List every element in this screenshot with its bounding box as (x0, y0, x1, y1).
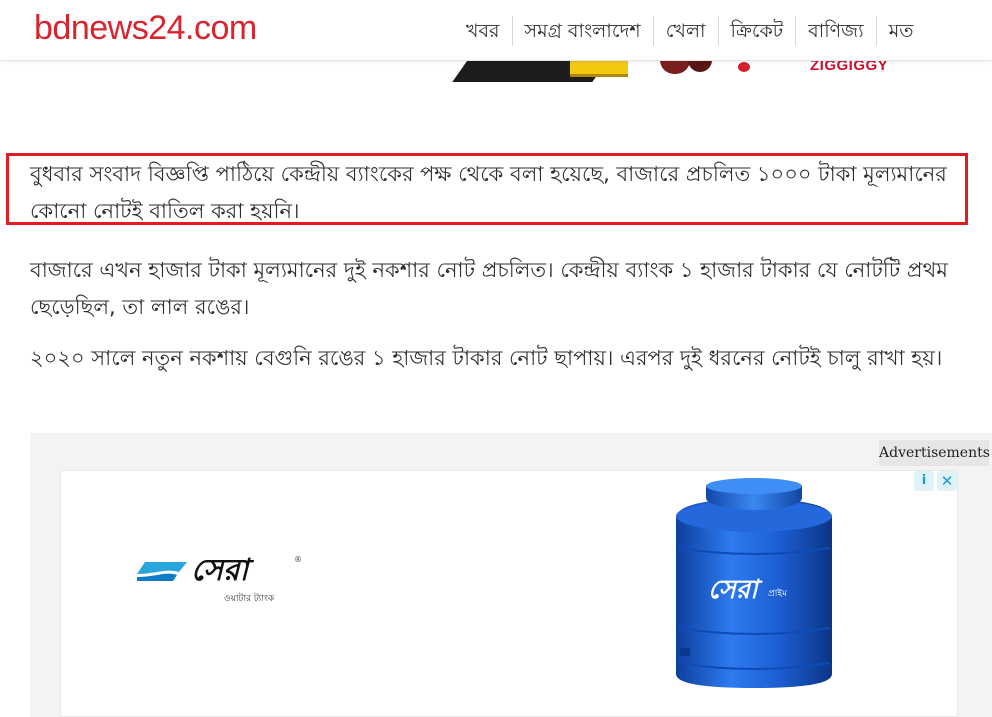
top-banner-ad[interactable]: ZIGGIGGY (430, 60, 930, 82)
nav-item-sports[interactable]: খেলা (652, 16, 718, 46)
ad-graphic-product (660, 60, 690, 74)
nav-item-news[interactable]: খবর (458, 16, 512, 46)
site-header: bdnews24.com খবর সমগ্র বাংলাদেশ খেলা ক্র… (0, 0, 992, 61)
ad-graphic-product (688, 60, 712, 72)
nav-item-bangladesh[interactable]: সমগ্র বাংলাদেশ (511, 16, 653, 46)
ad-graphic-dot (738, 62, 750, 72)
ad-graphic-yellow (570, 60, 628, 77)
ad-brand-text: ZIGGIGGY (810, 60, 889, 74)
tank-brand-label: সেরা (708, 575, 763, 605)
ad-info-icon[interactable]: i (914, 471, 934, 491)
site-logo[interactable]: bdnews24.com (34, 8, 257, 48)
nav-item-business[interactable]: বাণিজ্য (795, 16, 876, 46)
ad-close-icon[interactable]: ✕ (937, 471, 957, 491)
brand-name: সেরা (191, 553, 249, 588)
article-paragraph-3: ২০২০ সালে নতুন নকশায় বেগুনি রঙের ১ হাজা… (30, 346, 943, 370)
brand-registered-mark: ® (294, 555, 302, 564)
nav-item-cricket[interactable]: ক্রিকেট (717, 16, 796, 46)
article-paragraph-1: বুধবার সংবাদ বিজ্ঞপ্তি পাঠিয়ে কেন্দ্রীয… (30, 162, 947, 223)
main-nav: খবর সমগ্র বাংলাদেশ খেলা ক্রিকেট বাণিজ্য … (458, 13, 926, 49)
water-tank-image: সেরা প্রাইম (676, 478, 832, 688)
article-paragraph-2: বাজারে এখন হাজার টাকা মূল্যমানের দুই নকশ… (30, 258, 948, 319)
brand-logo: সেরা ® ওয়াটার ট্যাংক (137, 553, 317, 613)
ad-label: Advertisements (879, 440, 990, 466)
nav-item-opinion[interactable]: মত (875, 16, 926, 46)
tank-sub-label: প্রাইম (768, 588, 788, 599)
brand-tagline: ওয়াটার ট্যাংক (224, 594, 275, 604)
wave-icon (137, 562, 187, 581)
